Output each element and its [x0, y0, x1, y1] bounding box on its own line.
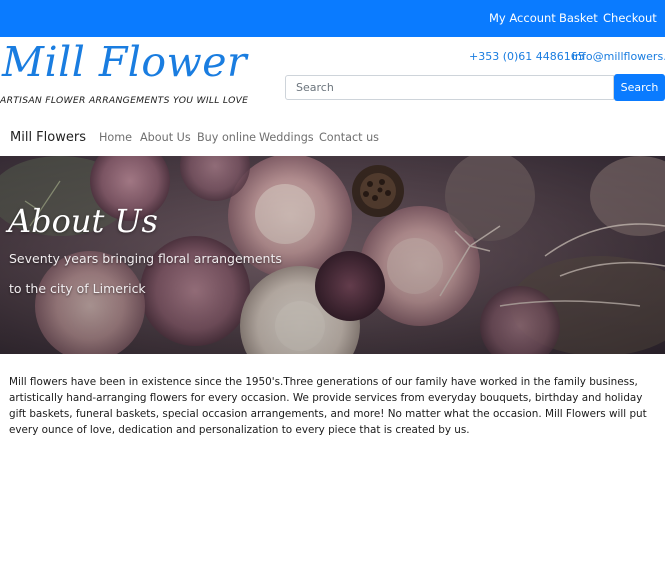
nav-weddings[interactable]: Weddings	[259, 131, 314, 144]
basket-link[interactable]: Basket	[559, 11, 598, 25]
search-button[interactable]: Search	[614, 74, 665, 101]
nav-contact-us[interactable]: Contact us	[319, 131, 379, 144]
nav-home[interactable]: Home	[99, 131, 132, 144]
about-paragraph: Mill flowers have been in existence sinc…	[9, 376, 647, 436]
contact-email[interactable]: info@millflowers.ie	[572, 50, 665, 63]
checkout-link[interactable]: Checkout	[603, 11, 657, 25]
my-account-link[interactable]: My Account	[489, 11, 556, 25]
contact-phone[interactable]: +353 (0)61 4486165	[469, 50, 585, 63]
nav-about-us[interactable]: About Us	[140, 131, 191, 144]
hero-subtitle-line2: to the city of Limerick	[9, 281, 146, 296]
search-input[interactable]	[285, 75, 614, 100]
site-logo-title[interactable]: Mill Flower	[2, 38, 247, 86]
hero-subtitle-line1: Seventy years bringing floral arrangemen…	[9, 251, 282, 266]
hero-title: About Us	[8, 202, 158, 240]
site-tagline: ARTISAN FLOWER ARRANGEMENTS YOU WILL LOV…	[0, 95, 249, 106]
navbar-brand[interactable]: Mill Flowers	[10, 130, 86, 145]
nav-buy-online[interactable]: Buy online	[197, 131, 256, 144]
top-bar: My Account Basket Checkout	[0, 0, 665, 37]
